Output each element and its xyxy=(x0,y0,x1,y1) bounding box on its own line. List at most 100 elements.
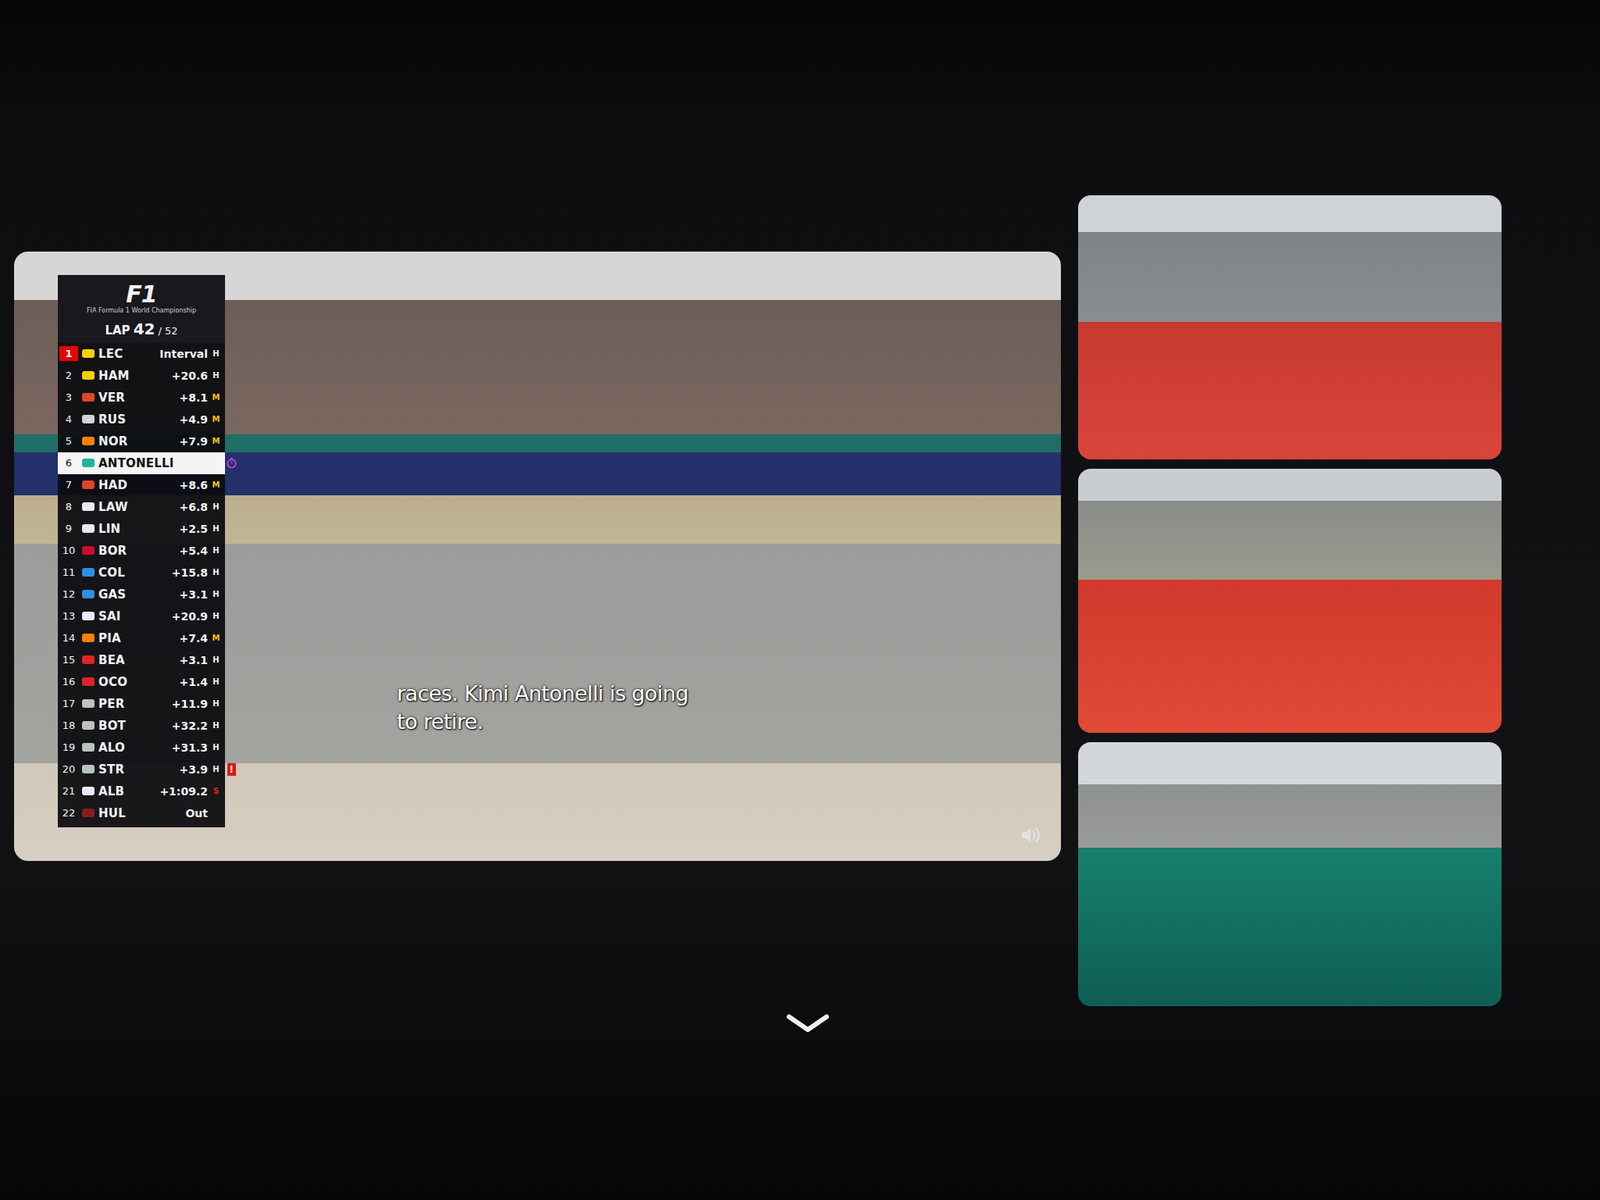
tower-header: F1FIA Formula 1 World ChampionshipLAP42/… xyxy=(57,275,225,343)
tyre: H xyxy=(211,721,221,730)
team-icon xyxy=(82,808,95,818)
driver-row[interactable]: 5NOR+7.9M xyxy=(57,430,225,453)
driver-code: COL xyxy=(98,565,125,580)
team-icon xyxy=(82,392,95,402)
interval: +20.6 xyxy=(171,369,208,383)
driver-code: GAS xyxy=(98,587,126,602)
team-icon xyxy=(82,786,95,796)
driver-row[interactable]: 7HAD+8.6M xyxy=(57,474,225,497)
position: 17 xyxy=(59,697,79,710)
driver-row[interactable]: 12GAS+3.1H xyxy=(57,583,225,606)
driver-row[interactable]: 17PER+11.9H xyxy=(57,692,225,715)
driver-row[interactable]: 6ANTONELLI xyxy=(57,452,225,475)
onboard-feed[interactable] xyxy=(1078,742,1502,1007)
team-icon xyxy=(82,655,95,665)
position: 15 xyxy=(59,653,79,666)
team-icon xyxy=(82,677,95,686)
driver-row[interactable]: 19ALO+31.3H xyxy=(57,736,225,759)
timing-tower: F1FIA Formula 1 World ChampionshipLAP42/… xyxy=(57,275,225,828)
position: 2 xyxy=(59,369,79,382)
interval: +32.2 xyxy=(171,719,208,733)
tyre: M xyxy=(211,414,221,424)
chevron-down-icon[interactable] xyxy=(784,1010,832,1035)
position: 7 xyxy=(59,478,79,491)
driver-code: SAI xyxy=(98,609,122,624)
position: 22 xyxy=(59,807,79,819)
team-icon xyxy=(82,414,95,424)
tyre: H xyxy=(211,677,221,686)
main-video[interactable]: F1FIA Formula 1 World ChampionshipLAP42/… xyxy=(14,251,1061,861)
onboard-feed[interactable] xyxy=(1078,195,1502,460)
driver-row[interactable]: 1 LEC IntervalH xyxy=(57,342,225,365)
onboard-feed[interactable] xyxy=(1078,468,1502,733)
team-icon xyxy=(82,633,95,643)
driver-row[interactable]: 11COL+15.8H xyxy=(57,561,225,584)
tyre: M xyxy=(211,436,221,446)
interval: +11.9 xyxy=(171,697,208,711)
tyre: S xyxy=(211,786,221,796)
interval: Interval xyxy=(159,347,208,361)
interval: +4.9 xyxy=(178,413,208,426)
interval: +20.9 xyxy=(171,610,208,623)
interval: +3.1 xyxy=(178,653,208,667)
driver-row[interactable]: 20STR+3.9H! xyxy=(57,758,225,781)
position: 4 xyxy=(59,413,79,425)
team-icon xyxy=(82,502,95,511)
tyre: H xyxy=(211,371,221,380)
driver-row[interactable]: 22HULOut xyxy=(57,802,225,825)
driver-row[interactable]: 13SAI+20.9H xyxy=(57,605,225,628)
tyre: H xyxy=(211,524,221,533)
driver-code: PER xyxy=(98,696,125,711)
driver-code: BOT xyxy=(98,718,126,733)
tyre: H xyxy=(211,349,221,358)
interval: +1.4 xyxy=(178,675,208,689)
driver-row[interactable]: 15 BEA +3.1H xyxy=(57,649,225,672)
interval: +3.1 xyxy=(178,588,208,601)
interval: +31.3 xyxy=(171,741,208,754)
driver-code: LEC xyxy=(98,346,123,361)
flag-badge: ! xyxy=(227,763,236,776)
position: 1 xyxy=(59,346,79,361)
tyre: H xyxy=(211,655,221,665)
tyre: H xyxy=(211,611,221,621)
driver-code: OCO xyxy=(98,675,128,690)
tyre: M xyxy=(211,633,221,643)
interval: +15.8 xyxy=(171,566,208,579)
driver-row[interactable]: 8LAW+6.8H xyxy=(57,496,225,518)
driver-row[interactable]: 14PIA+7.4M xyxy=(57,627,225,650)
team-icon xyxy=(82,721,95,730)
interval: +8.1 xyxy=(178,391,208,404)
interval: +7.4 xyxy=(178,632,208,645)
driver-row[interactable]: 16OCO+1.4H xyxy=(57,671,225,693)
position: 10 xyxy=(59,544,79,557)
onboard-feeds xyxy=(1078,195,1502,1007)
driver-row[interactable]: 9LIN+2.5H xyxy=(57,517,225,540)
driver-row[interactable]: 4RUS+4.9M xyxy=(57,408,225,431)
driver-row[interactable]: 2HAM+20.6H xyxy=(57,364,225,387)
caption-line: races. Kimi Antonelli is going xyxy=(396,679,689,708)
team-icon xyxy=(82,349,95,358)
interval: +2.5 xyxy=(178,522,208,536)
speaker-icon[interactable] xyxy=(1018,823,1043,847)
driver-code: ANTONELLI xyxy=(98,456,174,471)
tyre: M xyxy=(211,392,221,402)
driver-row[interactable]: 3VER+8.1M xyxy=(57,386,225,409)
multiview: F1FIA Formula 1 World ChampionshipLAP42/… xyxy=(0,195,1600,1007)
position: 12 xyxy=(59,588,79,600)
position: 8 xyxy=(59,500,79,513)
position: 19 xyxy=(59,741,79,754)
position: 5 xyxy=(59,435,79,447)
driver-row[interactable]: 21ALB+1:09.2S xyxy=(57,780,225,803)
tyre: H xyxy=(211,567,221,577)
position: 20 xyxy=(59,763,79,775)
team-icon xyxy=(82,764,95,774)
driver-code: HAD xyxy=(98,478,128,493)
tv-screen: F1FIA Formula 1 World ChampionshipLAP42/… xyxy=(0,0,1600,1200)
driver-code: BEA xyxy=(98,653,125,668)
driver-row[interactable]: 18BOT+32.2H xyxy=(57,714,225,737)
caption-line: to retire. xyxy=(396,707,689,736)
driver-code: HUL xyxy=(98,806,126,821)
driver-row[interactable]: 10BOR+5.4H xyxy=(57,539,225,562)
driver-code: BOR xyxy=(98,543,127,558)
interval: +5.4 xyxy=(178,544,208,558)
